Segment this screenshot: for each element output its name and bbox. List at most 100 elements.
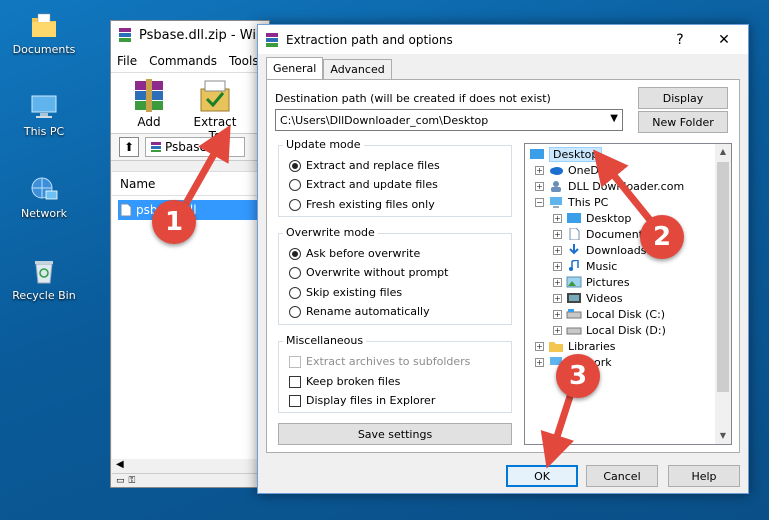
tree-item-label: Downloads <box>586 243 647 257</box>
winrar-pathbar: ⬆ Psbase.dll. <box>111 133 269 161</box>
tree-item-local-disk-c[interactable]: + Local Disk (C:) <box>553 306 665 322</box>
desktop-icon-label: This PC <box>23 125 65 138</box>
tab-general[interactable]: General <box>266 57 324 79</box>
close-button[interactable]: ✕ <box>704 25 744 54</box>
expand-icon[interactable]: + <box>535 357 544 367</box>
tree-item-onedrive[interactable]: + OneDri <box>535 162 606 178</box>
cloud-icon <box>550 167 563 175</box>
desktop-icon-recycle-bin[interactable]: Recycle Bin <box>4 256 84 302</box>
archive-path-box[interactable]: Psbase.dll. <box>145 137 245 157</box>
folder-icon <box>32 13 56 37</box>
winrar-statusbar: ▭ ⚿ <box>112 473 269 487</box>
expand-icon[interactable]: + <box>535 341 544 351</box>
overwrite-mode-group: Overwrite mode Ask before overwrite Over… <box>278 226 512 325</box>
check-extract-subfolders[interactable]: Extract archives to subfolders <box>289 355 470 368</box>
tree-item-libraries[interactable]: + Libraries <box>535 338 616 354</box>
dll-file-icon <box>120 203 132 217</box>
new-folder-button[interactable]: New Folder <box>638 111 728 133</box>
destination-path-combo[interactable]: C:\Users\DllDownloader_com\Desktop ▼ <box>275 109 623 131</box>
radio-icon <box>289 286 301 299</box>
radio-rename-auto[interactable]: Rename automatically <box>289 305 430 318</box>
expand-icon[interactable]: + <box>553 325 562 335</box>
tree-item-label: Local Disk (D:) <box>586 323 666 337</box>
display-button[interactable]: Display <box>638 87 728 109</box>
tree-scrollbar[interactable]: ▲ ▼ <box>715 144 731 444</box>
winrar-window: Psbase.dll.zip - Win File Commands Tools… <box>110 20 270 488</box>
save-settings-button[interactable]: Save settings <box>278 423 512 445</box>
tree-item-pc-desktop[interactable]: + Desktop <box>553 210 631 226</box>
desktop-icon-this-pc[interactable]: This PC <box>4 92 84 138</box>
tree-item-pictures[interactable]: + Pictures <box>553 274 630 290</box>
extract-to-button[interactable]: Extract To <box>187 77 243 143</box>
radio-overwrite-without[interactable]: Overwrite without prompt <box>289 266 448 279</box>
desktop-folder-icon <box>530 149 544 159</box>
tab-advanced[interactable]: Advanced <box>323 59 392 79</box>
menu-commands[interactable]: Commands <box>149 54 217 68</box>
help-button[interactable]: Help <box>668 465 740 487</box>
expand-icon[interactable]: + <box>535 165 544 175</box>
add-button[interactable]: Add <box>121 77 177 129</box>
tree-item-videos[interactable]: + Videos <box>553 290 623 306</box>
radio-fresh-existing[interactable]: Fresh existing files only <box>289 198 435 211</box>
tree-item-user[interactable]: + DLL Downloader.com <box>535 178 684 194</box>
tree-item-label: Desktop <box>549 146 603 162</box>
collapse-icon[interactable]: − <box>535 197 544 207</box>
menu-file[interactable]: File <box>117 54 137 68</box>
check-keep-broken[interactable]: Keep broken files <box>289 375 400 388</box>
expand-icon[interactable]: + <box>553 293 562 303</box>
radio-extract-replace[interactable]: Extract and replace files <box>289 159 440 172</box>
cancel-button[interactable]: Cancel <box>586 465 658 487</box>
menu-tools[interactable]: Tools <box>229 54 259 68</box>
radio-skip-existing[interactable]: Skip existing files <box>289 286 402 299</box>
tree-item-local-disk-d[interactable]: + Local Disk (D:) <box>553 322 666 338</box>
checkbox-icon <box>289 355 301 368</box>
up-folder-button[interactable]: ⬆ <box>119 137 139 157</box>
column-name-label: Name <box>120 176 156 191</box>
expand-icon[interactable]: + <box>553 309 562 319</box>
expand-icon[interactable]: + <box>535 181 544 191</box>
radio-ask-before[interactable]: Ask before overwrite <box>289 247 420 260</box>
desktop-folder-icon <box>567 213 581 223</box>
ok-button[interactable]: OK <box>506 465 578 487</box>
radio-extract-update[interactable]: Extract and update files <box>289 178 438 191</box>
desktop-icon-documents[interactable]: Documents <box>4 10 84 56</box>
winrar-title: Psbase.dll.zip - Win <box>139 27 265 43</box>
extract-to-icon <box>200 80 230 112</box>
drive-icon <box>566 327 582 335</box>
radio-icon <box>289 198 301 211</box>
radio-icon <box>289 305 301 318</box>
help-title-button[interactable]: ? <box>660 25 700 54</box>
scroll-up-icon[interactable]: ▲ <box>715 144 731 160</box>
tree-item-this-pc[interactable]: − This PC <box>535 194 608 210</box>
file-list-hscrollbar[interactable]: ◀ <box>112 459 258 473</box>
column-header-name[interactable]: Name <box>112 172 258 196</box>
expand-icon[interactable]: + <box>553 229 562 239</box>
key-icon: ⚿ <box>128 475 136 486</box>
winrar-logo-icon <box>119 28 131 42</box>
expand-icon[interactable]: + <box>553 261 562 271</box>
option-label: Skip existing files <box>306 286 403 299</box>
tree-item-desktop-root[interactable]: Desktop <box>529 146 603 162</box>
tree-item-downloads[interactable]: + Downloads <box>553 242 646 258</box>
extraction-dialog: Extraction path and options ? ✕ General … <box>257 24 749 494</box>
download-arrow-icon <box>569 244 579 255</box>
scroll-down-icon[interactable]: ▼ <box>715 428 731 444</box>
tree-item-label: Videos <box>586 291 623 305</box>
chevron-down-icon[interactable]: ▼ <box>610 113 618 124</box>
tree-item-documents[interactable]: + Documents <box>553 226 649 242</box>
expand-icon[interactable]: + <box>553 277 562 287</box>
expand-icon[interactable]: + <box>553 213 562 223</box>
check-display-explorer[interactable]: Display files in Explorer <box>289 394 435 407</box>
winrar-titlebar[interactable]: Psbase.dll.zip - Win <box>111 21 269 49</box>
annotation-badge-1: 1 <box>152 200 196 244</box>
tree-item-music[interactable]: + Music <box>553 258 617 274</box>
dialog-titlebar[interactable]: Extraction path and options ? ✕ <box>258 25 748 54</box>
folder-tree[interactable]: Desktop + OneDri + DLL Downloader.com − … <box>524 143 732 445</box>
computer-icon <box>31 95 57 118</box>
scroll-thumb[interactable] <box>717 162 729 392</box>
question-icon: ? <box>676 31 684 48</box>
desktop-icon-network[interactable]: Network <box>4 174 84 220</box>
expand-icon[interactable]: + <box>553 245 562 255</box>
option-label: Extract and update files <box>306 178 438 191</box>
arrow-up-icon: ⬆ <box>123 140 135 154</box>
